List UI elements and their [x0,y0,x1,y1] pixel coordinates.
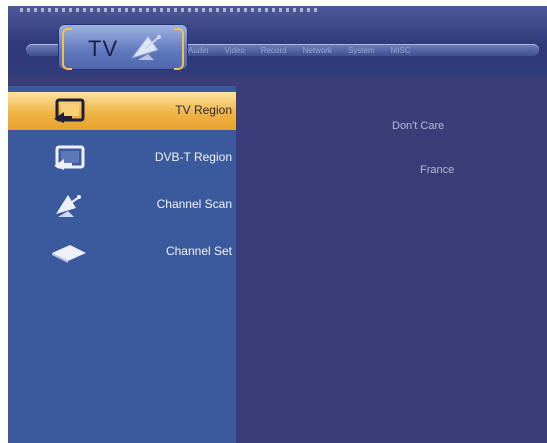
top-menu-bar: TV Audio Video Record Network System MIS… [8,6,547,76]
satellite-dish-icon [56,195,81,217]
menu-item-channel-set[interactable]: Channel Set [8,233,236,271]
tab-system[interactable]: System [340,46,383,58]
tv-region-value[interactable]: Don't Care [392,120,444,132]
tab-list: Audio Video Record Network System MISC [180,46,419,58]
tab-record[interactable]: Record [253,46,295,58]
tab-video[interactable]: Video [216,46,252,58]
dvbt-region-value[interactable]: France [420,164,454,176]
settings-screen: TV Audio Video Record Network System MIS… [8,6,547,443]
menu-panel: TV Region DVB-T Region Channel Scan Chan… [8,86,236,443]
values-panel: Don't Care France [236,76,547,443]
tab-tv-label: TV [88,36,119,61]
menu-item-tv-region[interactable]: TV Region [8,92,236,130]
menu-item-dvbt-region[interactable]: DVB-T Region [8,139,236,177]
decorative-dots [20,8,320,12]
menu-item-label: TV Region [175,103,232,117]
tab-tv[interactable]: TV [58,24,188,70]
menu-item-label: Channel Scan [156,197,232,211]
menu-item-label: DVB-T Region [154,150,232,164]
menu-item-label: Channel Set [165,244,232,258]
bracket-left-icon [62,28,72,70]
channel-tile-icon [52,245,86,263]
tv-icon [54,145,85,170]
tab-misc[interactable]: MISC [383,46,419,58]
satellite-dish-icon [130,35,161,60]
menu-item-channel-scan[interactable]: Channel Scan [8,186,236,224]
tab-network[interactable]: Network [295,46,340,58]
tv-icon [54,98,85,123]
tab-audio[interactable]: Audio [180,46,216,58]
